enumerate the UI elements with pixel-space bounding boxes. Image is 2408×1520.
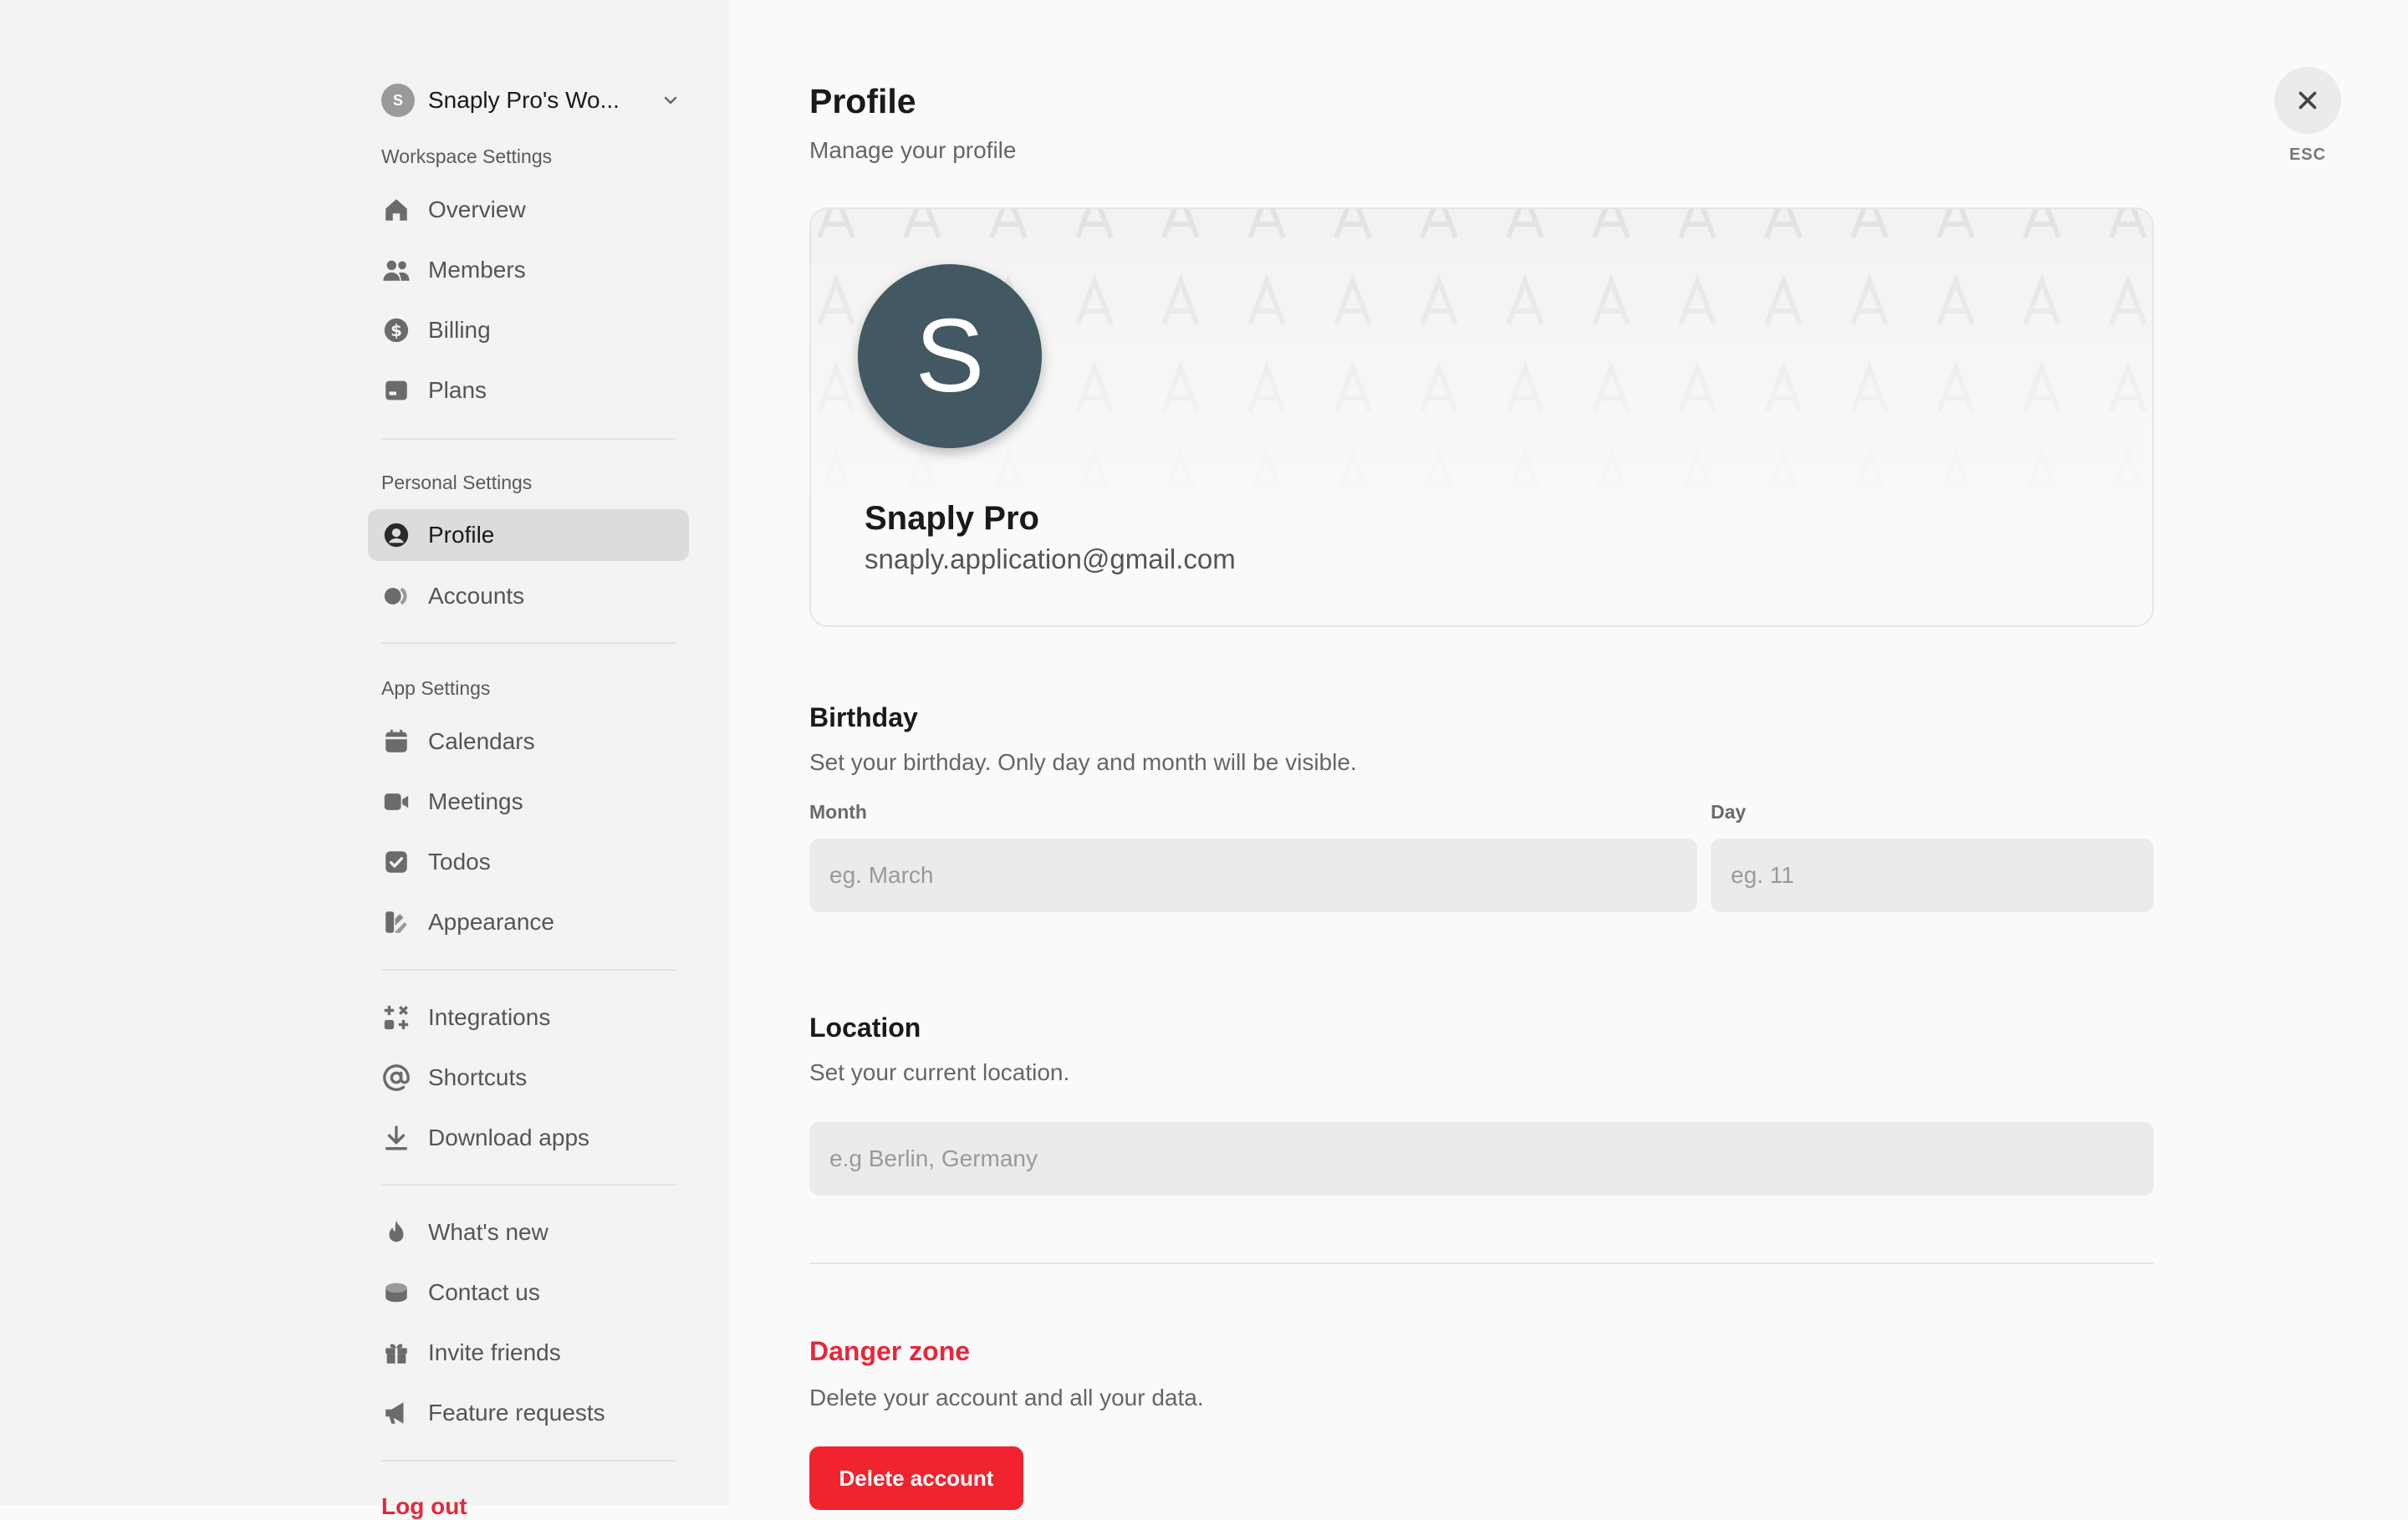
sidebar-item-label: What's new <box>428 1219 548 1245</box>
sidebar-item-label: Invite friends <box>428 1339 561 1365</box>
sidebar-item-overview[interactable]: Overview <box>368 184 689 236</box>
plans-icon <box>381 375 411 406</box>
close-button[interactable] <box>2274 67 2341 134</box>
workspace-settings-label: Workspace Settings <box>381 145 553 167</box>
location-input[interactable] <box>809 1122 2154 1196</box>
sidebar-item-appearance[interactable]: Appearance <box>368 896 689 948</box>
sidebar-item-label: Accounts <box>428 583 525 609</box>
divider <box>381 438 676 440</box>
sidebar-item-calendars[interactable]: Calendars <box>368 716 689 768</box>
divider <box>381 1184 676 1186</box>
close-icon <box>2298 91 2317 110</box>
sidebar-item-plans[interactable]: Plans <box>368 365 689 416</box>
location-title: Location <box>809 1012 921 1043</box>
sidebar-item-label: Todos <box>428 849 491 875</box>
divider <box>381 969 676 971</box>
sidebar-item-billing[interactable]: $ Billing <box>368 304 689 356</box>
month-label: Month <box>809 801 867 823</box>
sidebar-item-label: Shortcuts <box>428 1064 528 1090</box>
danger-zone-title: Danger zone <box>809 1336 971 1366</box>
members-icon <box>381 255 411 285</box>
home-icon <box>381 195 411 225</box>
sidebar-item-label: Feature requests <box>428 1400 605 1426</box>
sidebar-item-label: Integrations <box>428 1004 551 1030</box>
app-settings-label: App Settings <box>381 677 491 699</box>
user-circle-icon <box>381 520 411 550</box>
profile-avatar[interactable]: S <box>858 264 1042 448</box>
birthday-description: Set your birthday. Only day and month wi… <box>809 749 1357 775</box>
dollar-icon: $ <box>381 315 411 345</box>
sidebar-item-label: Billing <box>428 317 491 343</box>
day-input[interactable] <box>1711 839 2154 912</box>
download-icon <box>381 1123 411 1153</box>
integrations-icon <box>381 1002 411 1033</box>
birthday-title: Birthday <box>809 702 918 732</box>
sidebar-item-label: Contact us <box>428 1279 540 1305</box>
workspace-avatar: S <box>381 84 415 117</box>
sidebar-item-download-apps[interactable]: Download apps <box>368 1112 689 1164</box>
sidebar-item-accounts[interactable]: Accounts <box>368 570 689 622</box>
section-divider <box>809 1262 2154 1264</box>
gift-icon <box>381 1338 411 1368</box>
sidebar-item-members[interactable]: Members <box>368 244 689 296</box>
inbox-icon <box>381 1278 411 1308</box>
sidebar-item-label: Members <box>428 257 526 283</box>
page-title: Profile <box>809 82 916 120</box>
sidebar-item-label: Overview <box>428 196 526 222</box>
divider <box>381 1460 676 1461</box>
sidebar: S Snaply Pro's Wo... Workspace Settings … <box>0 0 729 1519</box>
logout-item[interactable]: Log out <box>381 1493 467 1520</box>
personal-settings-label: Personal Settings <box>381 472 533 493</box>
sidebar-item-feature-requests[interactable]: Feature requests <box>368 1387 689 1439</box>
sidebar-item-todos[interactable]: Todos <box>368 836 689 888</box>
divider <box>381 642 676 644</box>
esc-label: ESC <box>2288 145 2327 164</box>
page-subtitle: Manage your profile <box>809 137 1017 163</box>
accounts-icon <box>381 581 411 611</box>
megaphone-icon <box>381 1398 411 1428</box>
sidebar-item-label: Download apps <box>428 1125 590 1150</box>
profile-name: Snaply Pro <box>865 500 1039 537</box>
sidebar-item-contact-us[interactable]: Contact us <box>368 1267 689 1319</box>
sidebar-item-label: Meetings <box>428 788 523 814</box>
delete-account-button[interactable]: Delete account <box>809 1446 1023 1510</box>
profile-email: snaply.application@gmail.com <box>865 543 1236 574</box>
location-description: Set your current location. <box>809 1059 1070 1085</box>
sidebar-item-shortcuts[interactable]: Shortcuts <box>368 1052 689 1104</box>
sidebar-item-whats-new[interactable]: What's new <box>368 1206 689 1258</box>
sidebar-item-invite-friends[interactable]: Invite friends <box>368 1327 689 1379</box>
sidebar-item-label: Profile <box>428 522 495 548</box>
month-input[interactable] <box>809 839 1697 912</box>
svg-text:$: $ <box>390 321 402 340</box>
sidebar-item-profile[interactable]: Profile <box>368 509 689 561</box>
flame-icon <box>381 1217 411 1247</box>
workspace-switcher[interactable]: S Snaply Pro's Wo... <box>381 82 681 119</box>
sidebar-item-label: Appearance <box>428 909 555 935</box>
profile-card: S Snaply Pro snaply.application@gmail.co… <box>809 207 2154 627</box>
check-square-icon <box>381 847 411 877</box>
workspace-name: Snaply Pro's Wo... <box>428 87 620 113</box>
at-icon <box>381 1063 411 1093</box>
calendar-icon <box>381 727 411 757</box>
sidebar-item-label: Calendars <box>428 728 535 754</box>
danger-zone-description: Delete your account and all your data. <box>809 1385 1204 1410</box>
video-icon <box>381 787 411 817</box>
day-label: Day <box>1711 801 1747 823</box>
chevron-down-icon <box>664 96 677 105</box>
palette-icon <box>381 907 411 937</box>
sidebar-item-meetings[interactable]: Meetings <box>368 776 689 828</box>
sidebar-item-label: Plans <box>428 377 487 403</box>
sidebar-item-integrations[interactable]: Integrations <box>368 992 689 1043</box>
